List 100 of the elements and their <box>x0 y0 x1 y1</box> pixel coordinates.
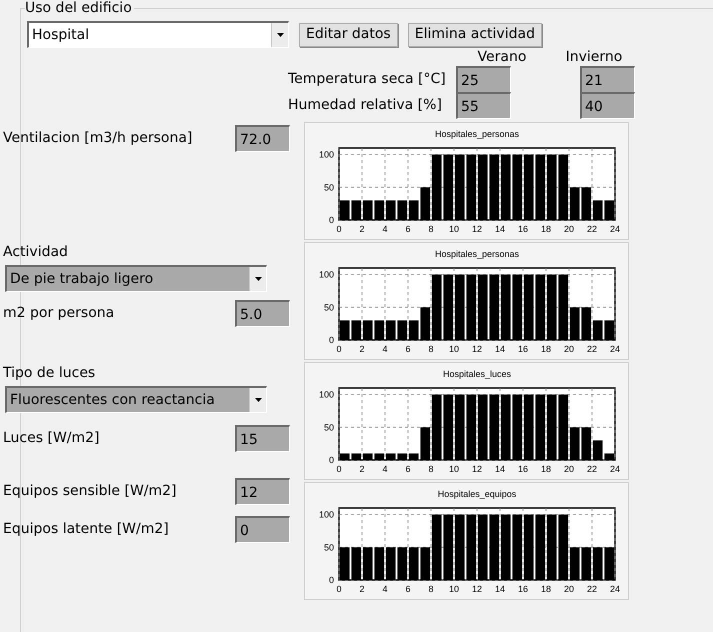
area-per-person-field[interactable]: 5.0 <box>235 300 290 327</box>
y-tick-label: 50 <box>324 302 334 312</box>
x-tick-label: 20 <box>564 464 574 474</box>
y-tick-label: 0 <box>328 575 334 585</box>
bar <box>535 394 546 460</box>
summer-field[interactable]: 55 <box>456 92 511 118</box>
x-tick-label: 2 <box>360 344 364 354</box>
x-tick-label: 6 <box>406 224 410 234</box>
season-header: Invierno <box>564 48 624 66</box>
lights-label: Luces [W/m2] <box>3 429 100 448</box>
x-tick-label: 0 <box>336 224 342 234</box>
condition-label: Temperatura seca [°C] <box>288 70 447 88</box>
x-tick-label: 4 <box>382 224 388 234</box>
dropdown-arrow-icon <box>276 33 284 37</box>
y-tick-label: 50 <box>324 542 334 552</box>
x-tick-label: 6 <box>406 344 410 354</box>
x-tick-label: 14 <box>495 584 505 594</box>
x-tick-label: 0 <box>336 584 342 594</box>
x-tick-label: 0 <box>336 464 342 474</box>
light-type-dropdown[interactable]: Fluorescentes con reactancia <box>5 386 267 413</box>
area-per-person-label: m2 por persona <box>3 304 114 323</box>
building-use-dropdown[interactable]: Hospital <box>27 21 289 48</box>
x-tick-label: 4 <box>382 464 388 474</box>
ventilation-label: Ventilacion [m3/h persona] <box>3 129 192 148</box>
x-tick-label: 4 <box>382 344 388 354</box>
dropdown-arrow-icon <box>254 277 262 281</box>
x-tick-label: 18 <box>541 584 551 594</box>
x-tick-label: 18 <box>541 464 551 474</box>
light-type-label: Tipo de luces <box>3 364 96 383</box>
x-tick-label: 0 <box>336 344 342 354</box>
y-tick-label: 50 <box>324 182 334 192</box>
x-tick-label: 12 <box>472 584 482 594</box>
x-tick-label: 20 <box>564 224 574 234</box>
x-tick-label: 22 <box>587 224 597 234</box>
x-tick-label: 12 <box>472 464 482 474</box>
x-tick-label: 16 <box>518 464 528 474</box>
bar <box>546 394 557 460</box>
x-tick-label: 14 <box>495 464 505 474</box>
x-tick-label: 24 <box>610 344 620 354</box>
bar <box>489 394 500 460</box>
chart-title: Hospitales_personas <box>434 129 520 139</box>
x-tick-label: 2 <box>360 224 364 234</box>
x-tick-label: 8 <box>428 464 434 474</box>
equipment-sensible-label: Equipos sensible [W/m2] <box>3 482 177 501</box>
x-tick-label: 10 <box>449 584 459 594</box>
equipment-latent-label: Equipos latente [W/m2] <box>3 520 169 539</box>
x-tick-label: 24 <box>610 584 620 594</box>
x-tick-label: 14 <box>495 344 505 354</box>
x-tick-label: 24 <box>610 464 620 474</box>
x-tick-label: 20 <box>564 344 574 354</box>
chart-title: Hospitales_luces <box>442 369 512 379</box>
y-tick-label: 0 <box>328 215 334 225</box>
condition-label: Humedad relativa [%] <box>288 96 443 114</box>
chart-title: Hospitales_equipos <box>438 489 516 499</box>
y-tick-label: 100 <box>318 510 334 520</box>
y-tick-label: 0 <box>328 335 334 345</box>
x-tick-label: 6 <box>406 584 410 594</box>
chart-title: Hospitales_personas <box>434 249 520 259</box>
x-tick-label: 20 <box>564 584 574 594</box>
lights-field[interactable]: 15 <box>235 425 290 452</box>
activity-dropdown[interactable]: De pie trabajo ligero <box>5 265 267 292</box>
dropdown-arrow-icon <box>254 398 262 402</box>
x-tick-label: 8 <box>428 344 434 354</box>
equipment-sensible-field[interactable]: 12 <box>235 478 290 505</box>
x-tick-label: 2 <box>360 584 364 594</box>
action-button[interactable]: Editar datos <box>299 22 398 46</box>
x-tick-label: 10 <box>449 344 459 354</box>
x-tick-label: 10 <box>449 464 459 474</box>
x-tick-label: 4 <box>382 584 388 594</box>
ventilation-field[interactable]: 72.0 <box>235 125 290 152</box>
x-tick-label: 22 <box>587 584 597 594</box>
bar <box>512 394 522 460</box>
summer-field[interactable]: 25 <box>456 66 511 92</box>
x-tick-label: 2 <box>360 464 364 474</box>
bar <box>524 394 534 460</box>
season-header: Verano <box>476 48 528 66</box>
x-tick-label: 8 <box>428 584 434 594</box>
y-tick-label: 0 <box>328 455 334 465</box>
x-tick-label: 8 <box>428 224 434 234</box>
equipment-latent-field[interactable]: 0 <box>235 516 290 543</box>
activity-label: Actividad <box>3 243 69 262</box>
y-tick-label: 50 <box>324 422 334 432</box>
bar <box>478 394 488 460</box>
x-tick-label: 18 <box>541 344 551 354</box>
x-tick-label: 24 <box>610 224 620 234</box>
x-tick-label: 6 <box>406 464 410 474</box>
bar <box>466 394 476 460</box>
bar <box>454 394 465 460</box>
action-button[interactable]: Elimina actividad <box>408 22 542 46</box>
x-tick-label: 16 <box>518 224 528 234</box>
x-tick-label: 10 <box>449 224 459 234</box>
y-tick-label: 100 <box>318 270 334 280</box>
x-tick-label: 22 <box>587 344 597 354</box>
bar <box>500 394 511 460</box>
x-tick-label: 14 <box>495 224 505 234</box>
y-tick-label: 100 <box>318 150 334 160</box>
winter-field[interactable]: 21 <box>580 66 635 92</box>
x-tick-label: 12 <box>472 344 482 354</box>
bar <box>443 394 454 460</box>
winter-field[interactable]: 40 <box>580 92 635 118</box>
